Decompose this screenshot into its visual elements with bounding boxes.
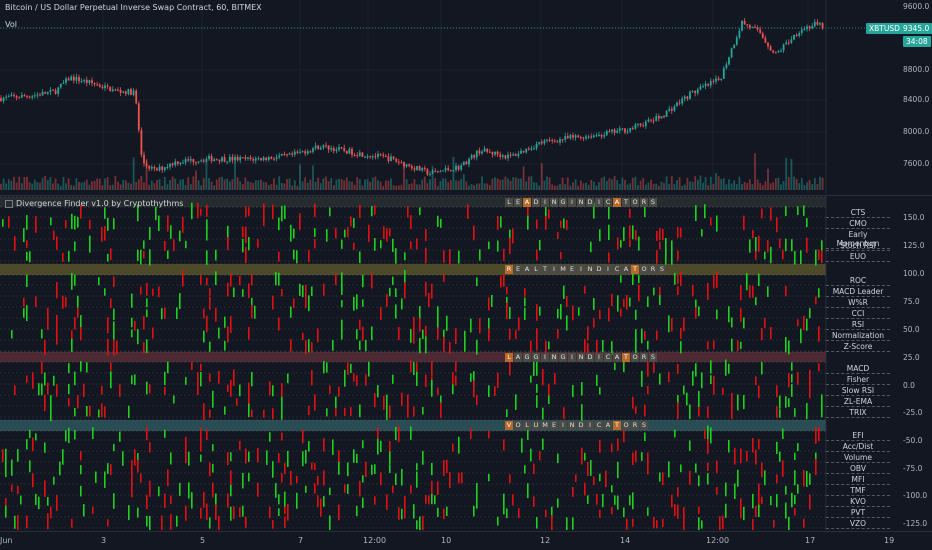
indicator-row-label: VZO [826, 519, 890, 529]
price-axis-tick: 8000.0 [903, 127, 930, 136]
indicator-row-label: Slow RSI [826, 386, 890, 396]
indicator-row-label: ROC [826, 276, 890, 286]
price-axis-tick: 8800.0 [903, 65, 930, 74]
price-axis-tick: 7600.0 [903, 159, 930, 168]
divergence-indicator-chart[interactable] [0, 196, 932, 530]
indicator-axis-tick: 25.0 [903, 353, 920, 362]
last-price-tag: 9345.0 [900, 23, 932, 34]
indicator-axis-tick: 50.0 [903, 325, 920, 334]
chart-title: Bitcoin / US Dollar Perpetual Inverse Sw… [5, 3, 262, 12]
indicator-axis-tick: -75.0 [903, 464, 923, 473]
time-axis-label: 17 [805, 536, 816, 545]
indicator-axis-tick: -100.0 [903, 491, 928, 500]
time-axis-label: 5 [200, 536, 206, 545]
indicator-axis-tick: 150.0 [903, 213, 925, 222]
time-axis-label: 19 [884, 536, 895, 545]
time-axis-label: Jun [0, 536, 13, 545]
indicator-row-label: MACD [826, 364, 890, 374]
indicator-axis-tick: 75.0 [903, 297, 920, 306]
indicator-axis-tick: -125.0 [903, 519, 928, 528]
indicator-row-label: OBV [826, 464, 890, 474]
section-title: LAGGINGINDICATORS [505, 353, 658, 362]
time-axis-label: 10 [441, 536, 452, 545]
indicator-row-label: CCI [826, 309, 890, 319]
indicator-row-label: RSI [826, 320, 890, 330]
indicator-axis-tick: 125.0 [903, 241, 925, 250]
indicator-row-label: TMF [826, 486, 890, 496]
time-axis-label: 12 [540, 536, 551, 545]
indicator-row-label: ZL-EMA [826, 397, 890, 407]
price-axis-tick: 9600.0 [903, 2, 930, 11]
indicator-axis-tick: -50.0 [903, 436, 923, 445]
section-title: VOLUMEINDICATORS [505, 421, 648, 430]
symbol-tag: XBTUSD [866, 23, 903, 34]
indicator-row-label: MFI [826, 475, 890, 485]
indicator-row-label: Z-Score [826, 342, 890, 352]
indicator-row-label: MACD Leader [826, 287, 890, 297]
countdown-tag: 34:08 [903, 36, 931, 47]
indicator-axis-tick: 0.0 [903, 381, 915, 390]
time-axis-label: 12:00 [706, 536, 730, 545]
indicator-row-label: CMO [826, 219, 890, 229]
indicator-row-label: PVT [826, 508, 890, 518]
indicator-row-label: CTS [826, 208, 890, 218]
section-title: LEADINGINDICATORS [505, 198, 658, 207]
indicator-row-label: KVO [826, 497, 890, 507]
indicator-settings-icon[interactable] [5, 199, 13, 208]
indicator-row-label: Normalization [826, 331, 890, 341]
time-axis-label: 14 [620, 536, 631, 545]
pane-separator[interactable] [0, 195, 932, 196]
section-title: REALTIMEINDICATORS [505, 265, 666, 274]
indicator-row-label: Stoch RSI [826, 241, 890, 251]
indicator-row-label: Acc/Dist [826, 442, 890, 452]
price-axis-tick: 8400.0 [903, 95, 930, 104]
indicator-axis-tick: -25.0 [903, 408, 923, 417]
indicator-row-label: EFI [826, 431, 890, 441]
time-axis-label: 12:00 [363, 536, 387, 545]
indicator-title: Divergence Finder v1.0 by Cryptothythms [5, 199, 183, 208]
price-chart[interactable] [0, 0, 932, 194]
indicator-row-label: Volume [826, 453, 890, 463]
indicator-axis-tick: 100.0 [903, 269, 925, 278]
indicator-row-label: EUO [826, 252, 890, 262]
indicator-row-label: W%R [826, 298, 890, 308]
time-axis-label: 7 [298, 536, 304, 545]
time-axis-label: 3 [101, 536, 107, 545]
indicator-row-label: Fisher [826, 375, 890, 385]
indicator-row-label: TRIX [826, 408, 890, 418]
time-axis-border [0, 531, 932, 532]
volume-label: Vol [5, 20, 17, 29]
